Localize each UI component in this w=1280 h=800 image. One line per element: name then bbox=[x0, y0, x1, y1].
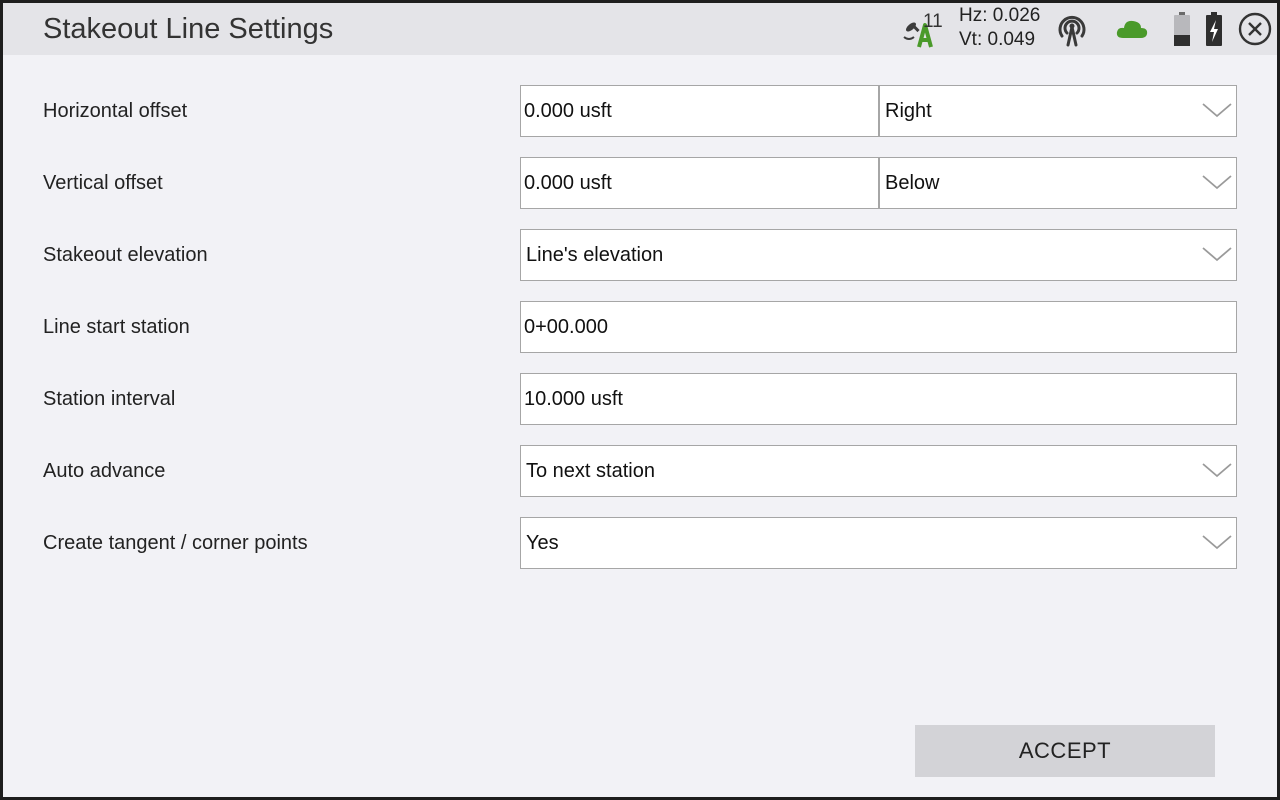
settings-window: Stakeout Line Settings 11 Hz: 0.026 Vt: … bbox=[3, 3, 1277, 797]
chevron-down-icon bbox=[1202, 247, 1232, 262]
cloud-icon[interactable] bbox=[1115, 17, 1149, 41]
stakeout-elevation-value: Line's elevation bbox=[526, 244, 664, 266]
chevron-down-icon bbox=[1202, 175, 1232, 190]
battery-icon[interactable] bbox=[1173, 11, 1191, 47]
chevron-down-icon bbox=[1202, 535, 1232, 550]
vertical-offset-direction-select[interactable]: Below bbox=[879, 157, 1237, 209]
line-start-station-label: Line start station bbox=[43, 316, 190, 338]
close-icon[interactable] bbox=[1237, 11, 1273, 47]
station-interval-label: Station interval bbox=[43, 388, 176, 410]
station-interval-row: Station interval bbox=[3, 373, 1277, 425]
horizontal-offset-direction-value: Right bbox=[885, 100, 932, 122]
horizontal-offset-input[interactable] bbox=[520, 85, 879, 137]
chevron-down-icon bbox=[1202, 103, 1232, 118]
page-title: Stakeout Line Settings bbox=[43, 13, 334, 45]
stakeout-elevation-label: Stakeout elevation bbox=[43, 244, 208, 266]
auto-advance-select[interactable]: To next station bbox=[520, 445, 1237, 497]
create-tangent-corner-points-value: Yes bbox=[526, 532, 559, 554]
title-bar: Stakeout Line Settings 11 Hz: 0.026 Vt: … bbox=[3, 3, 1277, 55]
stakeout-elevation-row: Stakeout elevation Line's elevation bbox=[3, 229, 1277, 281]
satellite-status[interactable]: 11 bbox=[901, 9, 951, 51]
vertical-offset-label: Vertical offset bbox=[43, 172, 163, 194]
vt-precision: Vt: 0.049 bbox=[959, 29, 1036, 50]
radio-signal-icon[interactable] bbox=[1053, 10, 1091, 48]
accept-button[interactable]: ACCEPT bbox=[915, 725, 1215, 777]
horizontal-offset-direction-select[interactable]: Right bbox=[879, 85, 1237, 137]
battery-charging-icon[interactable] bbox=[1205, 11, 1223, 47]
create-tangent-corner-points-row: Create tangent / corner points Yes bbox=[3, 517, 1277, 569]
chevron-down-icon bbox=[1202, 463, 1232, 478]
vertical-offset-input[interactable] bbox=[520, 157, 879, 209]
hz-precision: Hz: 0.026 bbox=[959, 5, 1041, 26]
line-start-station-input[interactable] bbox=[520, 301, 1237, 353]
stakeout-elevation-select[interactable]: Line's elevation bbox=[520, 229, 1237, 281]
station-interval-input[interactable] bbox=[520, 373, 1237, 425]
horizontal-offset-row: Horizontal offset Right bbox=[3, 85, 1277, 137]
auto-advance-row: Auto advance To next station bbox=[3, 445, 1277, 497]
vertical-offset-direction-value: Below bbox=[885, 172, 940, 194]
satellite-count: 11 bbox=[923, 11, 943, 32]
auto-advance-label: Auto advance bbox=[43, 460, 166, 482]
vertical-offset-row: Vertical offset Below bbox=[3, 157, 1277, 209]
auto-advance-value: To next station bbox=[526, 460, 655, 482]
precision-readout: Hz: 0.026 Vt: 0.049 bbox=[959, 4, 1059, 54]
horizontal-offset-label: Horizontal offset bbox=[43, 100, 188, 122]
create-tangent-corner-points-select[interactable]: Yes bbox=[520, 517, 1237, 569]
line-start-station-row: Line start station bbox=[3, 301, 1277, 353]
create-tangent-corner-points-label: Create tangent / corner points bbox=[43, 532, 308, 554]
